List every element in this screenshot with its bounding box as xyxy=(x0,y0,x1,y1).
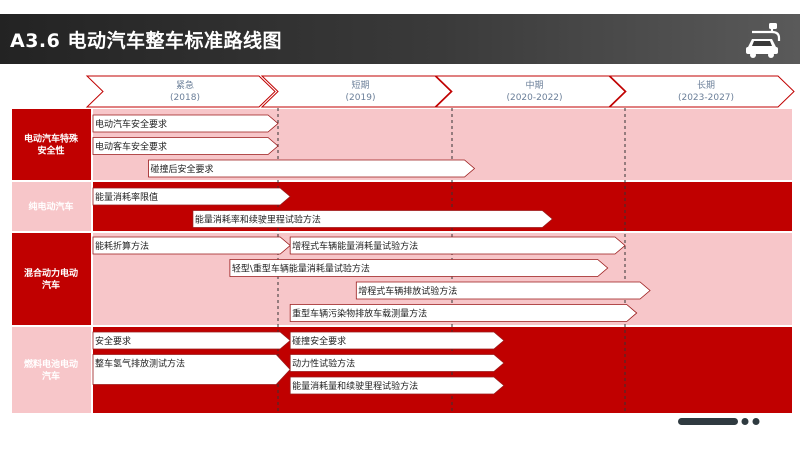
phase-period: (2023-2027) xyxy=(678,93,734,103)
lane-label: 电动汽车特殊 xyxy=(24,133,79,145)
lane-label: 汽车 xyxy=(42,370,60,382)
roadmap-arrow-label: 碰撞后安全要求 xyxy=(151,163,214,175)
roadmap-arrow-label: 能量消耗率限值 xyxy=(95,191,158,203)
lane-label-box xyxy=(12,109,91,180)
roadmap-arrow-label: 安全要求 xyxy=(95,335,131,347)
lane-label: 安全性 xyxy=(37,145,64,157)
roadmap-arrow-label: 能量消耗率和续驶里程试验方法 xyxy=(195,214,321,226)
phase-period: (2019) xyxy=(346,93,376,103)
phase-period: (2020-2022) xyxy=(506,93,562,103)
lane-label-box xyxy=(12,327,91,413)
roadmap-arrow-label: 重型车辆污染物排放车载测量方法 xyxy=(292,308,427,320)
phase-period: (2018) xyxy=(170,93,200,103)
pager-bar xyxy=(678,418,738,425)
phase-name: 紧急 xyxy=(176,79,194,91)
roadmap-arrow-label: 动力性试验方法 xyxy=(292,358,355,370)
roadmap-arrow-label: 增程式车辆能量消耗量试验方法 xyxy=(292,240,418,252)
roadmap-arrow-label: 电动汽车安全要求 xyxy=(95,118,167,130)
roadmap-arrow-label: 整车氢气排放测试方法 xyxy=(95,358,185,370)
roadmap-arrow-label: 能耗折算方法 xyxy=(95,240,149,252)
pager-dot xyxy=(741,418,749,425)
lane-label: 纯电动汽车 xyxy=(28,201,73,213)
roadmap-arrow-label: 增程式车辆排放试验方法 xyxy=(358,285,457,297)
phase-name: 长期 xyxy=(697,79,715,91)
lane-label-box xyxy=(12,233,91,325)
roadmap-arrow-label: 电动客车安全要求 xyxy=(95,141,167,153)
lane-label: 燃料电池电动 xyxy=(24,358,78,370)
pager-dot xyxy=(752,418,760,425)
lane-label: 汽车 xyxy=(42,279,60,291)
roadmap-arrow-label: 轻型\重型车辆能量消耗量试验方法 xyxy=(232,263,370,275)
phase-name: 中期 xyxy=(525,79,543,91)
roadmap-diagram: 电动汽车特殊安全性纯电动汽车混合动力电动汽车燃料电池电动汽车 紧急(2018)短… xyxy=(12,75,795,425)
roadmap-arrow-label: 碰撞安全要求 xyxy=(292,335,346,347)
lane-label: 混合动力电动 xyxy=(24,267,78,279)
phase-name: 短期 xyxy=(351,79,369,91)
roadmap-arrow-label: 能量消耗量和续驶里程试验方法 xyxy=(292,380,418,392)
